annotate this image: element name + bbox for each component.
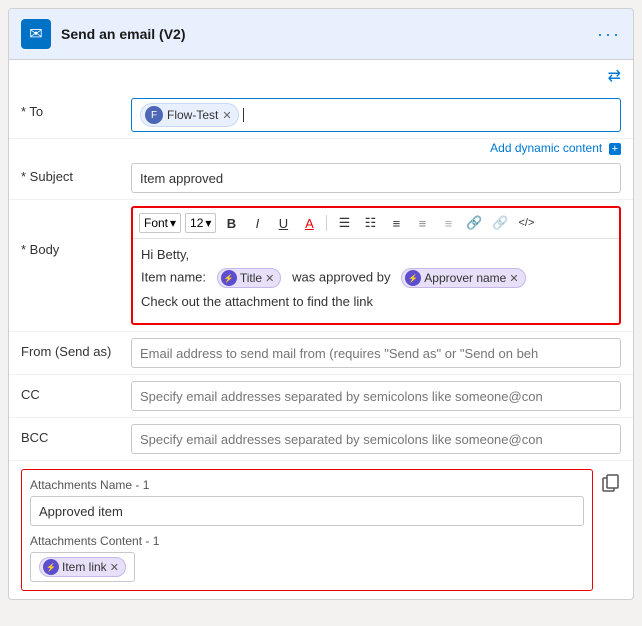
ordered-list-button[interactable]: ☷ bbox=[359, 212, 381, 234]
from-row: From (Send as) bbox=[9, 332, 633, 375]
to-tag[interactable]: F Flow-Test ✕ bbox=[140, 103, 239, 127]
approver-tag-close[interactable]: ✕ bbox=[509, 272, 518, 285]
text-cursor bbox=[243, 108, 244, 122]
subject-input[interactable] bbox=[131, 163, 621, 193]
item-link-tag[interactable]: ⚡ Item link ✕ bbox=[39, 557, 126, 577]
align-center-button[interactable]: ≡ bbox=[411, 212, 433, 234]
attachments-name-input[interactable] bbox=[30, 496, 584, 526]
approver-tag-label: Approver name bbox=[424, 271, 506, 285]
toolbar-divider bbox=[326, 215, 327, 231]
highlight-button[interactable]: A bbox=[298, 212, 320, 234]
tag-avatar: F bbox=[145, 106, 163, 124]
swap-icon[interactable]: ⇄ bbox=[9, 60, 633, 92]
from-input[interactable] bbox=[131, 338, 621, 368]
copy-attachment-button[interactable] bbox=[601, 473, 621, 496]
to-field[interactable]: F Flow-Test ✕ bbox=[131, 98, 621, 132]
tag-close-button[interactable]: ✕ bbox=[222, 109, 231, 122]
align-left-button[interactable]: ≡ bbox=[385, 212, 407, 234]
to-label: * To bbox=[21, 98, 131, 119]
link-button[interactable]: 🔗 bbox=[463, 212, 485, 234]
dynamic-content-icon: + bbox=[609, 143, 621, 155]
size-dropdown-arrow: ▾ bbox=[205, 216, 211, 230]
subject-row: * Subject bbox=[9, 157, 633, 200]
body-content[interactable]: Hi Betty, Item name: ⚡ Title ✕ was appro… bbox=[133, 239, 619, 323]
unordered-list-button[interactable]: ☰ bbox=[333, 212, 355, 234]
attachments-box: Attachments Name - 1 Attachments Content… bbox=[21, 469, 593, 591]
more-options-button[interactable]: ··· bbox=[597, 24, 621, 45]
font-size-selector[interactable]: 12 ▾ bbox=[185, 213, 216, 233]
body-check-line: Check out the attachment to find the lin… bbox=[141, 294, 611, 309]
unlink-button[interactable]: 🔗 bbox=[489, 212, 511, 234]
cc-input[interactable] bbox=[131, 381, 621, 411]
to-row: * To F Flow-Test ✕ bbox=[9, 92, 633, 139]
dynamic-content-link[interactable]: Add dynamic content + bbox=[9, 139, 633, 157]
attachments-section: Attachments Name - 1 Attachments Content… bbox=[9, 461, 633, 599]
title-tag[interactable]: ⚡ Title ✕ bbox=[217, 268, 281, 288]
copy-icon bbox=[601, 473, 621, 493]
bold-button[interactable]: B bbox=[220, 212, 242, 234]
body-item-prefix: Item name: bbox=[141, 269, 206, 284]
item-link-tag-close[interactable]: ✕ bbox=[110, 561, 119, 574]
font-selector[interactable]: Font ▾ bbox=[139, 213, 181, 233]
attachments-content-label: Attachments Content - 1 bbox=[30, 534, 584, 548]
underline-button[interactable]: U bbox=[272, 212, 294, 234]
app-icon: ✉ bbox=[21, 19, 51, 49]
attachments-content-field[interactable]: ⚡ Item link ✕ bbox=[30, 552, 135, 582]
item-link-tag-icon: ⚡ bbox=[43, 559, 59, 575]
align-right-button[interactable]: ≡ bbox=[437, 212, 459, 234]
bcc-row: BCC bbox=[9, 418, 633, 461]
title-tag-icon: ⚡ bbox=[221, 270, 237, 286]
item-link-tag-label: Item link bbox=[62, 560, 107, 574]
cc-row: CC bbox=[9, 375, 633, 418]
from-label: From (Send as) bbox=[21, 338, 131, 359]
body-approved-by: was approved by bbox=[292, 269, 390, 284]
body-label: * Body bbox=[21, 206, 131, 257]
italic-button[interactable]: I bbox=[246, 212, 268, 234]
body-row: * Body Font ▾ 12 ▾ B I U A ☰ ☷ ≡ bbox=[9, 200, 633, 332]
code-button[interactable]: </> bbox=[515, 212, 537, 234]
body-toolbar: Font ▾ 12 ▾ B I U A ☰ ☷ ≡ ≡ ≡ 🔗 🔗 </ bbox=[133, 208, 619, 239]
card-header: ✉ Send an email (V2) ··· bbox=[9, 9, 633, 60]
cc-label: CC bbox=[21, 381, 131, 402]
title-tag-close[interactable]: ✕ bbox=[265, 272, 274, 285]
bcc-input[interactable] bbox=[131, 424, 621, 454]
font-dropdown-arrow: ▾ bbox=[170, 216, 176, 230]
title-tag-label: Title bbox=[240, 271, 262, 285]
body-item-line: Item name: ⚡ Title ✕ was approved by ⚡ A… bbox=[141, 268, 611, 288]
approver-tag[interactable]: ⚡ Approver name ✕ bbox=[401, 268, 525, 288]
subject-label: * Subject bbox=[21, 163, 131, 184]
bcc-label: BCC bbox=[21, 424, 131, 445]
attachments-name-label: Attachments Name - 1 bbox=[30, 478, 584, 492]
card-title: Send an email (V2) bbox=[61, 26, 185, 42]
body-field[interactable]: Font ▾ 12 ▾ B I U A ☰ ☷ ≡ ≡ ≡ 🔗 🔗 </ bbox=[131, 206, 621, 325]
body-greeting: Hi Betty, bbox=[141, 247, 611, 262]
tag-name: Flow-Test bbox=[167, 108, 218, 122]
approver-tag-icon: ⚡ bbox=[405, 270, 421, 286]
